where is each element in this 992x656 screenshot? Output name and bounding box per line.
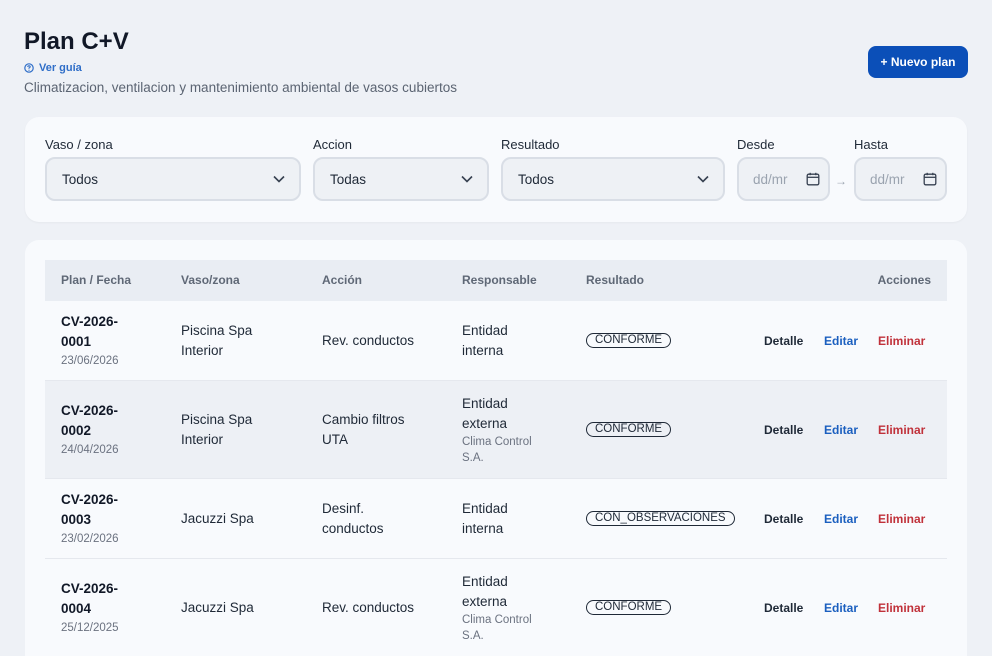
- edit-button[interactable]: Editar: [824, 301, 858, 380]
- calendar-icon: [923, 172, 937, 186]
- plan-code: CV-2026- 0002: [61, 402, 119, 438]
- plan-code: CV-2026- 0004: [61, 580, 119, 616]
- result-cell: CONFORME: [586, 381, 672, 478]
- action-cell: Cambio filtros UTA: [322, 411, 405, 447]
- plan-date: 23/06/2026: [61, 354, 119, 367]
- to-date-placeholder: dd/mr: [870, 171, 905, 187]
- detail-button[interactable]: Detalle: [764, 301, 803, 380]
- column-header-plan: Plan / Fecha: [61, 273, 132, 287]
- action-select[interactable]: Todas: [313, 157, 489, 201]
- date-range-separator: →: [835, 174, 847, 188]
- table-row: CV-2026- 0001 23/06/2026 Piscina Spa Inter…: [45, 301, 947, 381]
- delete-button[interactable]: Eliminar: [878, 559, 925, 656]
- plan-date: 25/12/2025: [61, 621, 119, 634]
- table-row: CV-2026- 0003 23/02/2026 Jacuzzi Spa Desi…: [45, 479, 947, 559]
- column-header-actions: Acciones: [877, 273, 931, 287]
- detail-button[interactable]: Detalle: [764, 479, 803, 558]
- column-header-result: Resultado: [586, 273, 645, 287]
- zone-cell: Jacuzzi Spa: [181, 599, 254, 615]
- plans-table: Plan / Fecha Vaso/zona Acción Responsabl…: [25, 240, 967, 656]
- to-date-input[interactable]: dd/mr: [854, 157, 947, 201]
- result-cell: CON_OBSERVACIONES: [586, 479, 735, 558]
- result-select[interactable]: Todos: [501, 157, 725, 201]
- calendar-icon: [806, 172, 820, 186]
- filter-zone: Vaso / zona Todos: [45, 137, 301, 201]
- plan-cell: CV-2026- 0004 25/12/2025: [61, 559, 131, 656]
- action-select-value: Todas: [330, 171, 367, 187]
- chevron-down-icon: [273, 175, 285, 183]
- filter-to-label: Hasta: [854, 137, 888, 152]
- plan-code: CV-2026- 0001: [61, 313, 119, 349]
- column-header-action: Acción: [322, 273, 363, 287]
- guide-link[interactable]: Ver guía: [24, 62, 968, 74]
- page-title: Plan C+V: [24, 28, 129, 55]
- filters-panel: Vaso / zona Todos Accion Todas Resultado…: [25, 117, 967, 222]
- status-badge: CONFORME: [586, 600, 672, 615]
- table-header: Plan / Fecha Vaso/zona Acción Responsabl…: [45, 260, 947, 301]
- responsible-entity: Clima Control: [462, 613, 532, 626]
- responsible-entity: Clima Control: [462, 435, 532, 448]
- edit-button[interactable]: Editar: [824, 381, 858, 478]
- plan-cell: CV-2026- 0001 23/06/2026: [61, 301, 131, 380]
- plan-cell: CV-2026- 0002 24/04/2026: [61, 381, 131, 478]
- column-header-zone: Vaso/zona: [181, 273, 240, 287]
- result-cell: CONFORME: [586, 301, 672, 380]
- action-cell: Desinf. conductos: [322, 500, 384, 536]
- from-date-placeholder: dd/mr: [753, 171, 788, 187]
- detail-button[interactable]: Detalle: [764, 559, 803, 656]
- result-select-value: Todos: [518, 171, 555, 187]
- plan-cell: CV-2026- 0003 23/02/2026: [61, 479, 131, 558]
- page-header: Plan C+V Ver guía Climatizacion, ventila…: [24, 28, 968, 100]
- responsible-cell: Entidad externa Clima Control S.A.: [462, 573, 532, 642]
- filter-zone-label: Vaso / zona: [45, 137, 113, 152]
- help-circle-icon: [24, 63, 34, 73]
- zone-select[interactable]: Todos: [45, 157, 301, 201]
- table-row: CV-2026- 0004 25/12/2025 Jacuzzi Spa Rev.…: [45, 559, 947, 656]
- filter-action-label: Accion: [313, 137, 353, 152]
- zone-cell: Piscina Spa Interior: [181, 411, 253, 447]
- status-badge: CONFORME: [586, 422, 672, 437]
- new-plan-button[interactable]: + Nuevo plan: [868, 46, 968, 78]
- status-badge: CONFORME: [586, 333, 672, 348]
- responsible-cell: Entidad interna: [462, 500, 508, 536]
- zone-cell: Piscina Spa Interior: [181, 322, 253, 358]
- filter-result-label: Resultado: [501, 137, 560, 152]
- filter-action: Accion Todas: [313, 137, 489, 201]
- filter-from: Desde dd/mr: [737, 137, 830, 201]
- plan-code: CV-2026- 0003: [61, 491, 119, 527]
- responsible-cell: Entidad interna: [462, 322, 508, 358]
- detail-button[interactable]: Detalle: [764, 381, 803, 478]
- action-cell: Rev. conductos: [322, 599, 415, 615]
- from-date-input[interactable]: dd/mr: [737, 157, 830, 201]
- plan-date: 23/02/2026: [61, 532, 119, 545]
- zone-cell: Jacuzzi Spa: [181, 510, 254, 526]
- filter-to: Hasta dd/mr: [854, 137, 947, 201]
- action-cell: Rev. conductos: [322, 332, 415, 348]
- edit-button[interactable]: Editar: [824, 559, 858, 656]
- guide-link-label: Ver guía: [39, 62, 82, 74]
- plan-date: 24/04/2026: [61, 443, 119, 456]
- edit-button[interactable]: Editar: [824, 479, 858, 558]
- zone-select-value: Todos: [62, 171, 99, 187]
- delete-button[interactable]: Eliminar: [878, 479, 925, 558]
- chevron-down-icon: [697, 175, 709, 183]
- responsible-cell: Entidad externa Clima Control S.A.: [462, 395, 532, 464]
- responsible-entity: S.A.: [462, 629, 484, 642]
- result-cell: CONFORME: [586, 559, 672, 656]
- delete-button[interactable]: Eliminar: [878, 381, 925, 478]
- delete-button[interactable]: Eliminar: [878, 301, 925, 380]
- page-subtitle: Climatizacion, ventilacion y mantenimien…: [24, 80, 457, 95]
- responsible-entity: S.A.: [462, 451, 484, 464]
- column-header-responsible: Responsable: [462, 273, 537, 287]
- filter-result: Resultado Todos: [501, 137, 725, 201]
- status-badge: CON_OBSERVACIONES: [586, 511, 735, 526]
- chevron-down-icon: [461, 175, 473, 183]
- filter-from-label: Desde: [737, 137, 775, 152]
- table-row: CV-2026- 0002 24/04/2026 Piscina Spa Inter…: [45, 381, 947, 479]
